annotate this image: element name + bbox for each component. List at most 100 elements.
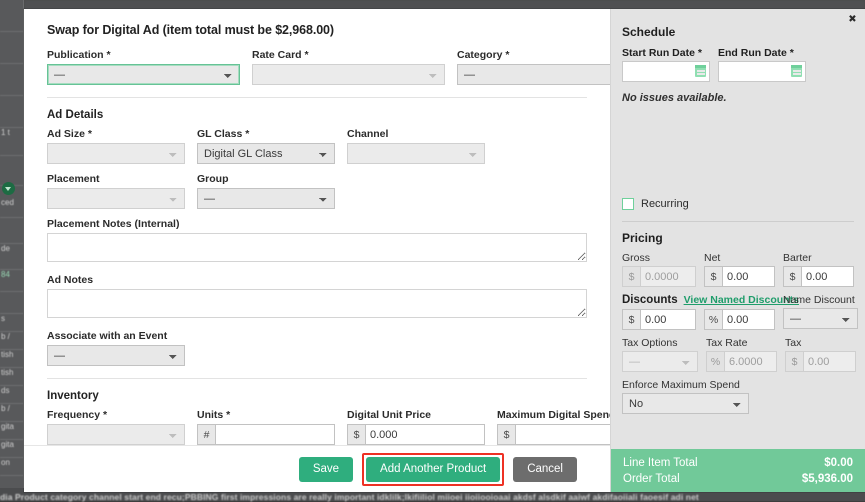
group-field: Group — bbox=[197, 173, 335, 209]
units-label: Units * bbox=[197, 409, 335, 421]
dollar-icon: $ bbox=[497, 424, 515, 445]
gross-input-group: $ bbox=[622, 266, 696, 287]
pricing-amounts-row: Gross $ Net $ Barter $ bbox=[622, 252, 855, 287]
background-row bbox=[0, 218, 24, 244]
tax-rate-field: Tax Rate % bbox=[706, 337, 777, 372]
category-select[interactable]: — bbox=[457, 64, 610, 85]
tax-options-field: Tax Options — bbox=[622, 337, 698, 372]
percent-icon: % bbox=[706, 351, 724, 372]
background-status-icon bbox=[2, 182, 15, 195]
associate-event-select[interactable]: — bbox=[47, 345, 185, 366]
channel-field: Channel bbox=[347, 128, 485, 164]
background-row bbox=[0, 64, 24, 96]
channel-select[interactable] bbox=[347, 143, 485, 164]
schedule-spacer bbox=[621, 104, 855, 198]
dollar-icon: $ bbox=[783, 266, 801, 287]
background-table-left-column: 1 t ced de 84 s b / tish tish ds b / git… bbox=[0, 0, 24, 501]
background-row bbox=[0, 156, 24, 186]
background-row bbox=[0, 0, 24, 32]
ad-notes-field: Ad Notes bbox=[47, 274, 587, 321]
placement-select[interactable] bbox=[47, 188, 185, 209]
placement-field: Placement bbox=[47, 173, 185, 209]
units-field: Units * # bbox=[197, 409, 335, 445]
units-input-group: # bbox=[197, 424, 335, 445]
schedule-pricing-pane: ✖ Schedule Start Run Date * End Run Date… bbox=[610, 9, 865, 492]
ad-size-label: Ad Size * bbox=[47, 128, 185, 140]
rate-card-select[interactable] bbox=[252, 64, 445, 85]
group-select[interactable]: — bbox=[197, 188, 335, 209]
tax-row: Tax Options — Tax Rate % Tax $ bbox=[622, 337, 855, 372]
background-row bbox=[0, 32, 24, 64]
view-named-discounts-link[interactable]: View Named Discounts bbox=[684, 294, 799, 306]
modal-form-scroll-area[interactable]: Swap for Digital Ad (item total must be … bbox=[24, 9, 610, 445]
recurring-field: Recurring bbox=[622, 198, 855, 210]
placement-notes-textarea[interactable] bbox=[47, 233, 587, 262]
net-input[interactable] bbox=[722, 266, 775, 287]
divider bbox=[47, 378, 587, 379]
discount-percent-input[interactable] bbox=[722, 309, 775, 330]
placement-label: Placement bbox=[47, 173, 185, 185]
ad-details-row-2: Placement Group — bbox=[47, 173, 590, 209]
discount-row: $ % Name Discount — bbox=[622, 309, 855, 330]
order-total-row: Order Total $5,936.00 bbox=[623, 471, 853, 487]
cancel-button[interactable]: Cancel bbox=[513, 457, 577, 482]
dollar-icon: $ bbox=[704, 266, 722, 287]
swap-for-digital-ad-modal: Swap for Digital Ad (item total must be … bbox=[24, 9, 865, 492]
enforce-maximum-spend-select[interactable]: No bbox=[622, 393, 749, 414]
gross-input bbox=[640, 266, 696, 287]
category-label: Category * bbox=[457, 49, 610, 61]
tax-options-select[interactable]: — bbox=[622, 351, 698, 372]
discount-percent-input-group: % bbox=[704, 309, 775, 330]
calendar-icon[interactable] bbox=[791, 65, 802, 77]
channel-label: Channel bbox=[347, 128, 485, 140]
maximum-digital-spend-field: Maximum Digital Spend $ bbox=[497, 409, 610, 445]
save-button[interactable]: Save bbox=[299, 457, 353, 482]
gl-class-select[interactable]: Digital GL Class bbox=[197, 143, 335, 164]
associate-event-row: Associate with an Event — bbox=[47, 330, 590, 366]
ad-details-heading: Ad Details bbox=[47, 109, 590, 121]
end-run-date-wrap bbox=[718, 61, 806, 82]
background-row: ced bbox=[0, 198, 24, 218]
publication-row: Publication * — Rate Card * Category * — bbox=[47, 49, 590, 85]
background-row: ds bbox=[0, 386, 24, 404]
start-run-date-label: Start Run Date * bbox=[622, 47, 710, 59]
publication-label: Publication * bbox=[47, 49, 240, 61]
discount-amount-input[interactable] bbox=[640, 309, 696, 330]
gl-class-label: GL Class * bbox=[197, 128, 335, 140]
calendar-icon[interactable] bbox=[695, 65, 706, 77]
background-row: gita bbox=[0, 440, 24, 458]
name-discount-select[interactable]: — bbox=[783, 308, 858, 329]
ad-size-select[interactable] bbox=[47, 143, 185, 164]
frequency-field: Frequency * bbox=[47, 409, 185, 445]
line-item-total-row: Line Item Total $0.00 bbox=[623, 455, 853, 471]
background-row: tish bbox=[0, 368, 24, 386]
publication-select[interactable]: — bbox=[47, 64, 240, 85]
start-run-date-wrap bbox=[622, 61, 710, 82]
frequency-label: Frequency * bbox=[47, 409, 185, 421]
ad-notes-textarea[interactable] bbox=[47, 289, 587, 318]
barter-input-group: $ bbox=[783, 266, 854, 287]
barter-input[interactable] bbox=[801, 266, 854, 287]
inventory-heading: Inventory bbox=[47, 390, 590, 402]
digital-unit-price-label: Digital Unit Price bbox=[347, 409, 485, 421]
tax-input bbox=[803, 351, 856, 372]
enforce-maximum-spend-field: Enforce Maximum Spend No bbox=[622, 379, 855, 414]
associate-event-field: Associate with an Event — bbox=[47, 330, 185, 366]
barter-field: Barter $ bbox=[783, 252, 854, 287]
digital-unit-price-input-group: $ bbox=[347, 424, 485, 445]
recurring-checkbox[interactable] bbox=[622, 198, 634, 210]
tax-rate-input-group: % bbox=[706, 351, 777, 372]
maximum-digital-spend-input-group: $ bbox=[497, 424, 610, 445]
placement-notes-label: Placement Notes (Internal) bbox=[47, 218, 587, 230]
schedule-heading: Schedule bbox=[622, 25, 855, 39]
ad-details-row-1: Ad Size * GL Class * Digital GL Class Ch… bbox=[47, 128, 590, 164]
units-input[interactable] bbox=[215, 424, 335, 445]
maximum-digital-spend-input[interactable] bbox=[515, 424, 610, 445]
digital-unit-price-input[interactable] bbox=[365, 424, 485, 445]
background-row: gita bbox=[0, 422, 24, 440]
frequency-select[interactable] bbox=[47, 424, 185, 445]
add-another-product-button[interactable]: Add Another Product bbox=[366, 457, 500, 482]
background-row: on bbox=[0, 458, 24, 476]
tax-label: Tax bbox=[785, 337, 856, 349]
percent-icon: % bbox=[704, 309, 722, 330]
